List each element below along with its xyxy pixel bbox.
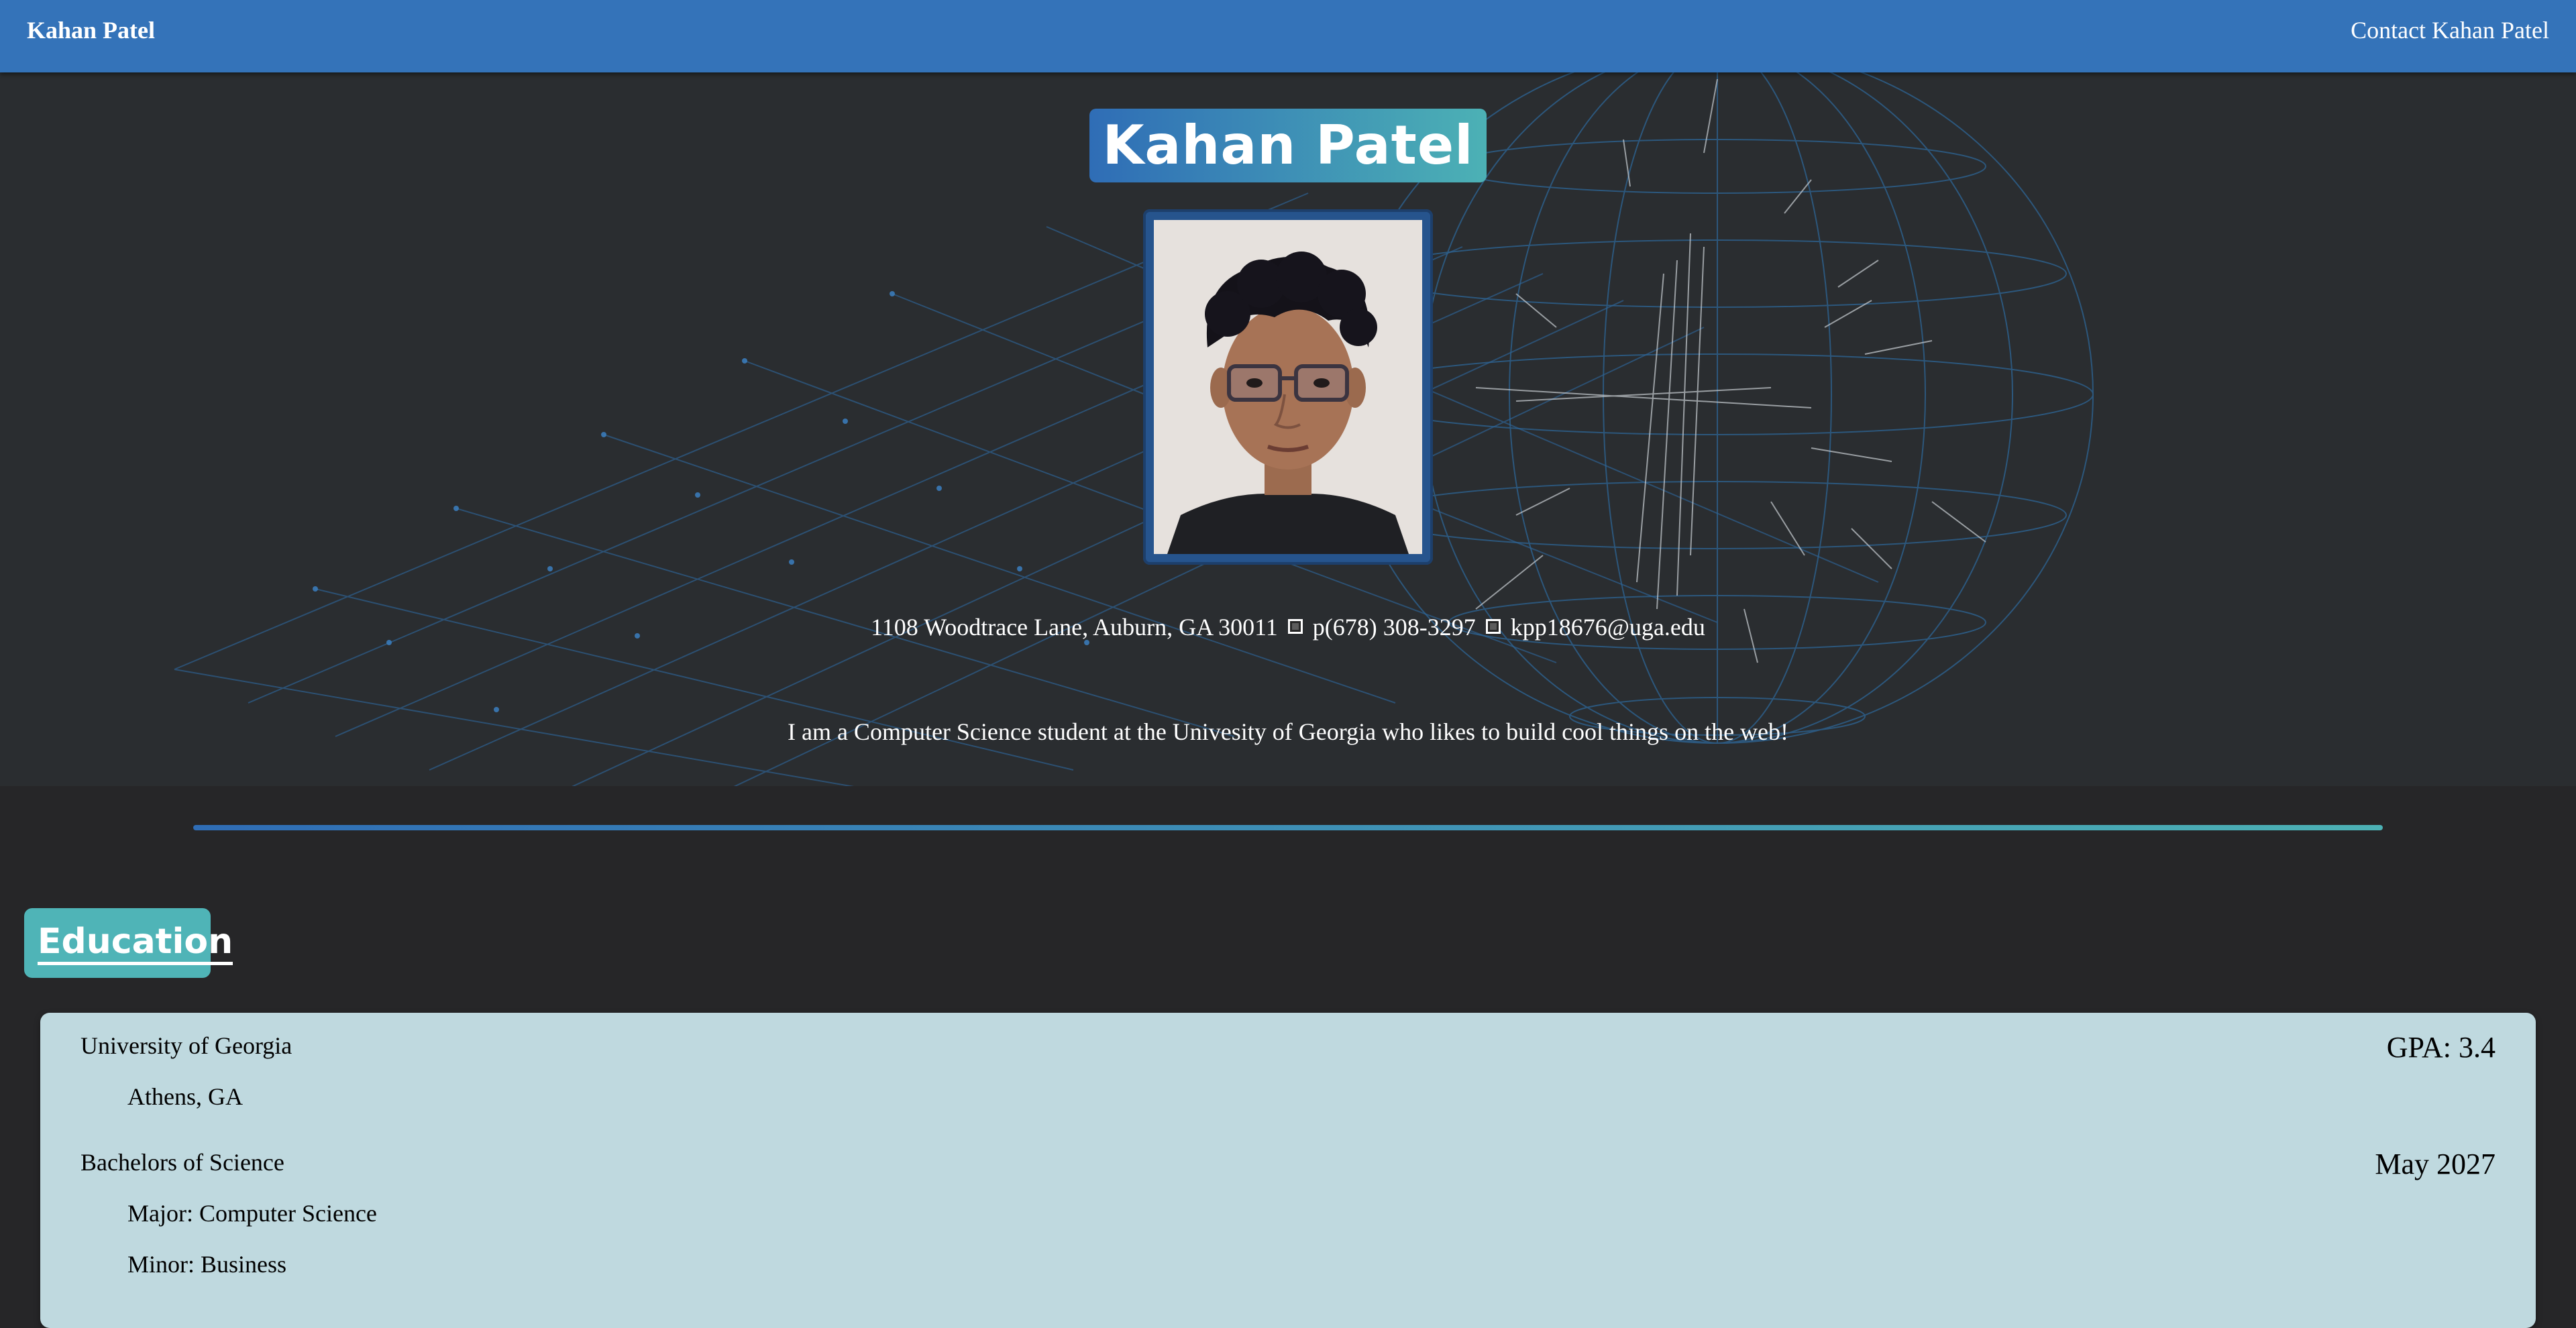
profile-photo: [1154, 220, 1422, 554]
education-heading-text: Education: [38, 923, 233, 965]
separator-icon: [1287, 619, 1303, 634]
tagline: I am a Computer Science student at the U…: [787, 718, 1789, 745]
major-text: Major: Computer Science: [127, 1200, 377, 1227]
contact-info: 1108 Woodtrace Lane, Auburn, GA 30011 p(…: [0, 613, 2576, 641]
address-text: 1108 Woodtrace Lane, Auburn, GA 30011: [871, 614, 1278, 641]
section-divider: [193, 825, 2383, 830]
education-heading: Education: [24, 908, 233, 978]
navbar: Kahan Patel Contact Kahan Patel: [0, 0, 2576, 72]
school-location: Athens, GA: [127, 1083, 243, 1110]
brand-link[interactable]: Kahan Patel: [27, 16, 155, 44]
education-card: University of Georgia GPA: 3.4 Athens, G…: [40, 1013, 2536, 1328]
minor-text: Minor: Business: [127, 1251, 287, 1278]
school-name: University of Georgia: [80, 1032, 292, 1059]
contact-link[interactable]: Contact Kahan Patel: [2351, 16, 2549, 44]
hero-section: Kahan Patel 1108 Woodtrace Lane, Auburn,…: [0, 72, 2576, 786]
degree-text: Bachelors of Science: [80, 1149, 284, 1176]
phone-text: p(678) 308-3297: [1312, 614, 1476, 641]
email-text: kpp18676@uga.edu: [1510, 614, 1705, 641]
profile-photo-frame: [1143, 209, 1433, 565]
separator-icon: [1485, 619, 1501, 634]
graduation-date: May 2027: [2375, 1148, 2496, 1180]
name-badge: Kahan Patel: [1089, 109, 1487, 182]
gpa-text: GPA: 3.4: [2386, 1031, 2496, 1064]
